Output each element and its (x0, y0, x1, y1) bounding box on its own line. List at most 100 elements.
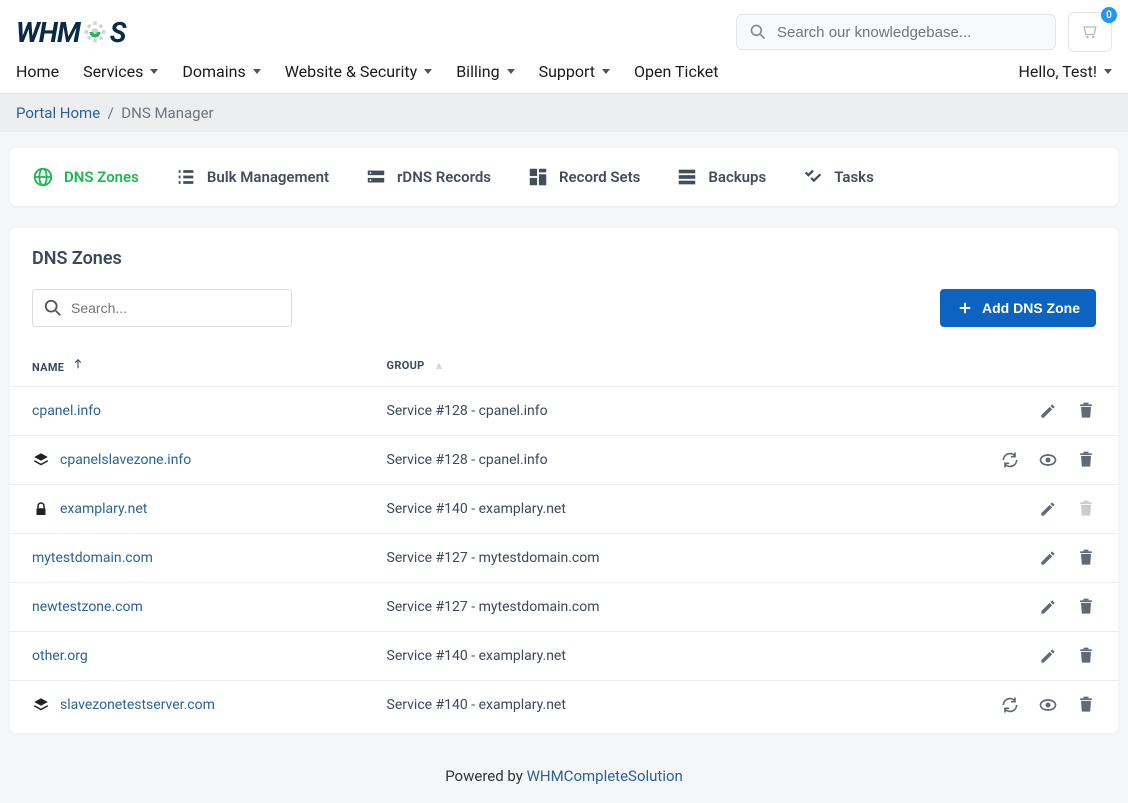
breadcrumb-sep: / (108, 104, 114, 122)
layers-icon (32, 451, 50, 469)
zones-panel: DNS Zones Add DNS Zone NAME GROUP (10, 228, 1118, 733)
nav-user-menu[interactable]: Hello, Test! (1019, 62, 1112, 81)
zone-link[interactable]: cpanel.info (32, 403, 101, 419)
sync-button[interactable] (1000, 695, 1020, 715)
zone-link[interactable]: other.org (32, 648, 88, 664)
delete-button[interactable] (1076, 450, 1096, 470)
chevron-down-icon (602, 69, 610, 74)
col-actions (938, 345, 1118, 387)
table-row: examplary.net Service #140 - examplary.ne… (10, 485, 1118, 534)
tab-bulk-management[interactable]: Bulk Management (175, 166, 329, 188)
delete-icon (1076, 597, 1096, 617)
tabs-bar: DNS Zones Bulk Management rDNS Records Reco… (10, 148, 1118, 206)
logo[interactable]: WHM S (16, 16, 125, 49)
sort-none-icon: ▲ (434, 359, 445, 372)
delete-icon (1076, 450, 1096, 470)
filter-input[interactable] (71, 300, 281, 316)
footer-link[interactable]: WHMCompleteSolution (527, 767, 683, 785)
zone-group: Service #128 - cpanel.info (365, 387, 938, 436)
edit-button[interactable] (1038, 597, 1058, 617)
add-button-label: Add DNS Zone (982, 300, 1080, 316)
table-row: mytestdomain.com Service #127 - mytestdom… (10, 534, 1118, 583)
delete-icon (1076, 695, 1096, 715)
breadcrumb: Portal Home / DNS Manager (0, 94, 1128, 132)
edit-button[interactable] (1038, 646, 1058, 666)
table-row: slavezonetestserver.com Service #140 - ex… (10, 681, 1118, 730)
search-input[interactable] (777, 24, 1043, 41)
delete-button[interactable] (1076, 548, 1096, 568)
chevron-down-icon (253, 69, 261, 74)
col-group[interactable]: GROUP ▲ (365, 345, 938, 387)
zone-group: Service #140 - examplary.net (365, 485, 938, 534)
zone-link[interactable]: cpanelslavezone.info (60, 452, 191, 468)
gear-icon (81, 18, 109, 46)
nav-billing[interactable]: Billing (456, 62, 514, 81)
list-icon (175, 166, 197, 188)
zone-link[interactable]: mytestdomain.com (32, 550, 153, 566)
delete-button[interactable] (1076, 695, 1096, 715)
col-name[interactable]: NAME (10, 345, 365, 387)
globe-icon (32, 166, 54, 188)
rdns-icon (365, 166, 387, 188)
eye-icon (1038, 450, 1058, 470)
nav-services[interactable]: Services (83, 62, 158, 81)
nav-home[interactable]: Home (16, 62, 59, 81)
recordset-icon (527, 166, 549, 188)
sync-button[interactable] (1000, 450, 1020, 470)
zones-table: NAME GROUP ▲ cpanel.info Service #128 - c… (10, 345, 1118, 729)
zone-link[interactable]: examplary.net (60, 501, 147, 517)
edit-icon (1038, 548, 1058, 568)
zone-group: Service #140 - examplary.net (365, 681, 938, 730)
edit-icon (1038, 646, 1058, 666)
filter-box[interactable] (32, 289, 292, 327)
zone-link[interactable]: newtestzone.com (32, 599, 143, 615)
zone-group: Service #127 - mytestdomain.com (365, 534, 938, 583)
breadcrumb-current: DNS Manager (121, 104, 213, 122)
lock-icon (32, 500, 50, 518)
chevron-down-icon (150, 69, 158, 74)
chevron-down-icon (507, 69, 515, 74)
nav-support[interactable]: Support (539, 62, 610, 81)
eye-icon (1038, 695, 1058, 715)
tab-rdns-records[interactable]: rDNS Records (365, 166, 491, 188)
zone-group: Service #140 - examplary.net (365, 632, 938, 681)
knowledgebase-search[interactable] (736, 14, 1056, 50)
edit-button[interactable] (1038, 548, 1058, 568)
delete-button (1076, 499, 1096, 519)
zone-link[interactable]: slavezonetestserver.com (60, 697, 215, 713)
tab-tasks[interactable]: Tasks (802, 166, 874, 188)
delete-button[interactable] (1076, 646, 1096, 666)
cart-icon (1080, 22, 1100, 42)
delete-button[interactable] (1076, 597, 1096, 617)
cart-button[interactable]: 0 (1068, 12, 1112, 52)
layers-icon (32, 696, 50, 714)
tab-record-sets[interactable]: Record Sets (527, 166, 640, 188)
search-icon (749, 23, 767, 41)
header: WHM S 0 Home Services Domains Website & … (0, 0, 1128, 94)
edit-button[interactable] (1038, 401, 1058, 421)
eye-button[interactable] (1038, 695, 1058, 715)
nav-domains[interactable]: Domains (182, 62, 260, 81)
sort-asc-icon (73, 357, 83, 371)
delete-icon (1076, 401, 1096, 421)
tab-dns-zones[interactable]: DNS Zones (32, 166, 139, 188)
main-nav: Home Services Domains Website & Security… (16, 62, 1112, 93)
table-row: cpanel.info Service #128 - cpanel.info (10, 387, 1118, 436)
delete-icon (1076, 646, 1096, 666)
chevron-down-icon (1104, 69, 1112, 74)
search-icon (43, 298, 63, 318)
delete-button[interactable] (1076, 401, 1096, 421)
add-dns-zone-button[interactable]: Add DNS Zone (940, 289, 1096, 327)
breadcrumb-home[interactable]: Portal Home (16, 104, 100, 122)
zone-group: Service #128 - cpanel.info (365, 436, 938, 485)
eye-button[interactable] (1038, 450, 1058, 470)
zone-group: Service #127 - mytestdomain.com (365, 583, 938, 632)
delete-icon (1076, 499, 1096, 519)
sync-icon (1000, 695, 1020, 715)
nav-website-security[interactable]: Website & Security (285, 62, 432, 81)
tab-backups[interactable]: Backups (676, 166, 766, 188)
tasks-icon (802, 166, 824, 188)
edit-button[interactable] (1038, 499, 1058, 519)
edit-icon (1038, 401, 1058, 421)
nav-open-ticket[interactable]: Open Ticket (634, 62, 718, 81)
